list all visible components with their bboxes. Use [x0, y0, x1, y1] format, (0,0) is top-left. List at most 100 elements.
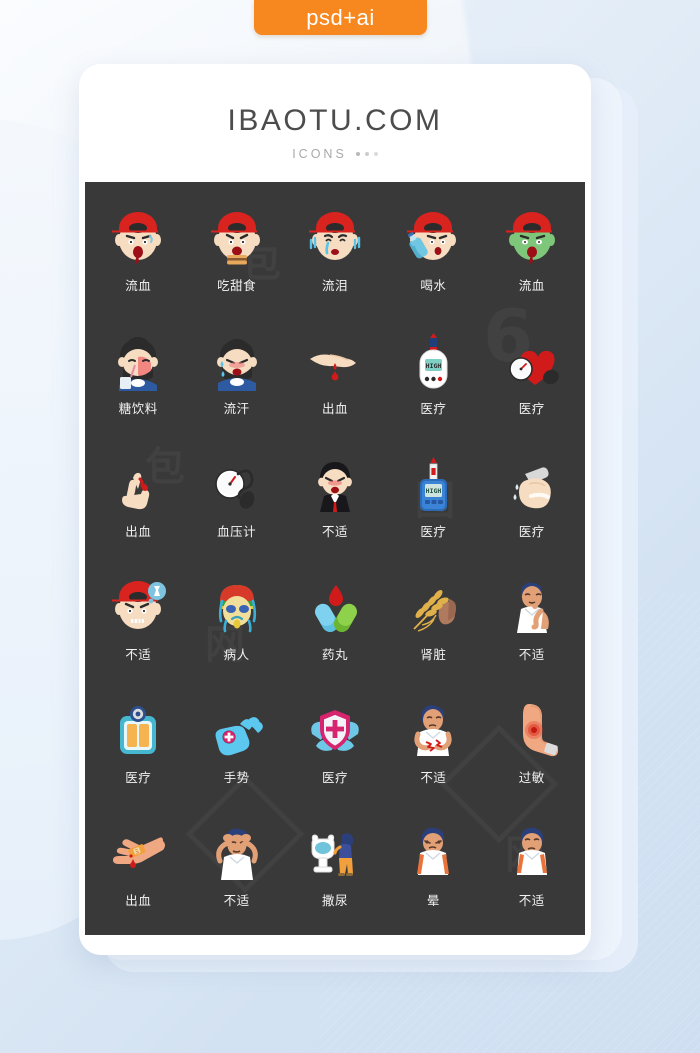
heart-gauge-icon [501, 329, 563, 391]
icon-label: 出血 [125, 893, 152, 909]
icon-label: 喝水 [420, 277, 447, 293]
icon-label: 吃甜食 [217, 277, 257, 293]
icon-label: 流血 [518, 277, 545, 293]
glucose-meter-white-icon: HIGH [402, 329, 464, 391]
icon-label: 撒尿 [321, 893, 348, 909]
icon-label: 医疗 [420, 523, 447, 539]
icon-rasta-patient[interactable]: 病人 [187, 557, 285, 680]
icon-label: 流汗 [223, 400, 250, 416]
brand-subtitle-row: ICONS [79, 147, 591, 161]
icon-medical-kit[interactable]: 医疗 [89, 681, 187, 804]
toilet-urination-icon [304, 821, 366, 883]
dizzy-standing-man-icon [402, 821, 464, 883]
icon-sweating-man[interactable]: 流汗 [187, 311, 285, 434]
icon-label: 不适 [420, 770, 447, 786]
icon-panel: 包 图 网 6 网 包 流血 吃甜食 流泪 [85, 182, 585, 935]
icon-label: 药丸 [321, 647, 348, 663]
sweating-beard-man-icon [206, 329, 268, 391]
icon-sphygmomanometer[interactable]: 血压计 [187, 434, 285, 557]
icon-label: 过敏 [518, 770, 545, 786]
glove-ok-cross-icon [206, 698, 268, 760]
preview-card: IBAOTU.COM ICONS 包 图 网 6 网 包 流血 [79, 64, 591, 955]
icon-dizzy-thought[interactable]: 不适 [89, 557, 187, 680]
dots-indicator-icon [355, 152, 378, 156]
unwell-standing-man-icon [501, 821, 563, 883]
icon-grid: 流血 吃甜食 流泪 喝水 流血 糖饮料 流汗 出血 HIGH 医疗 医疗 出血 … [85, 182, 585, 935]
icon-unwell-standing[interactable]: 不适 [483, 804, 581, 927]
psd-ai-badge: psd+ai [254, 0, 427, 35]
eating-sweets-burger-icon [206, 206, 268, 268]
icon-label: 医疗 [125, 770, 152, 786]
drinking-water-bottle-icon [402, 206, 464, 268]
sick-suit-man-icon [304, 452, 366, 514]
icon-bleeding-face[interactable]: 流血 [89, 188, 187, 311]
bleeding-face-capboy-icon [107, 206, 169, 268]
svg-text:HIGH: HIGH [426, 362, 442, 370]
icon-hand-blood-drop[interactable]: 出血 [286, 311, 384, 434]
icon-glucose-meter-blue[interactable]: HIGH 医疗 [384, 434, 482, 557]
glucose-meter-blue-icon: HIGH [402, 452, 464, 514]
icon-label: 流血 [125, 277, 152, 293]
icon-label: 手势 [223, 770, 250, 786]
icon-label: 晕 [426, 893, 440, 909]
icon-label: 医疗 [518, 400, 545, 416]
icon-throat-pain[interactable]: 不适 [483, 557, 581, 680]
icon-label: 医疗 [518, 523, 545, 539]
medical-kit-box-icon [107, 698, 169, 760]
hand-blood-drop-icon [304, 329, 366, 391]
crying-tears-face-icon [304, 206, 366, 268]
icon-label: 流泪 [321, 277, 348, 293]
finger-prick-blood-icon [107, 452, 169, 514]
brand-subtitle: ICONS [292, 147, 347, 161]
icon-heart-gauge[interactable]: 医疗 [483, 311, 581, 434]
icon-sick-suit-man[interactable]: 不适 [286, 434, 384, 557]
icon-crying-tears[interactable]: 流泪 [286, 188, 384, 311]
icon-label: 肾脏 [420, 647, 447, 663]
throat-pain-man-icon [501, 575, 563, 637]
shield-cross-care-icon [304, 698, 366, 760]
icon-label: 不适 [518, 893, 545, 909]
icon-finger-prick[interactable]: 出血 [89, 434, 187, 557]
elbow-allergy-rash-icon [501, 698, 563, 760]
icon-label: 医疗 [321, 770, 348, 786]
svg-text:HIGH: HIGH [426, 487, 442, 495]
icon-label: 不适 [125, 647, 152, 663]
icon-label: 糖饮料 [118, 400, 158, 416]
icon-label: 出血 [125, 523, 152, 539]
icon-pills-capsules[interactable]: 药丸 [286, 557, 384, 680]
icon-arm-bandage-blood[interactable]: 出血 [89, 804, 187, 927]
icon-glove-ok-gesture[interactable]: 手势 [187, 681, 285, 804]
stomach-pain-man-icon [402, 698, 464, 760]
kidney-wheat-icon [402, 575, 464, 637]
headache-hands-head-icon [206, 821, 268, 883]
icon-label: 出血 [321, 400, 348, 416]
icon-label: 不适 [223, 893, 250, 909]
icon-toilet-urination[interactable]: 撒尿 [286, 804, 384, 927]
icon-label: 病人 [223, 647, 250, 663]
icon-glucose-meter-white[interactable]: HIGH 医疗 [384, 311, 482, 434]
sphygmomanometer-icon [206, 452, 268, 514]
icon-label: 不适 [321, 523, 348, 539]
icon-fist-ice-pack[interactable]: 医疗 [483, 434, 581, 557]
icon-kidney-wheat[interactable]: 肾脏 [384, 557, 482, 680]
icon-label: 血压计 [217, 523, 257, 539]
arm-bandage-blood-icon [107, 821, 169, 883]
page-title: IBAOTU.COM [227, 104, 443, 137]
green-sick-face-icon [501, 206, 563, 268]
icon-shield-cross-care[interactable]: 医疗 [286, 681, 384, 804]
icon-sugary-drink[interactable]: 糖饮料 [89, 311, 187, 434]
pills-capsules-icon [304, 575, 366, 637]
dizzy-thought-bubble-icon [107, 575, 169, 637]
icon-label: 不适 [518, 647, 545, 663]
icon-headache[interactable]: 不适 [187, 804, 285, 927]
icon-green-sick-face[interactable]: 流血 [483, 188, 581, 311]
icon-elbow-allergy[interactable]: 过敏 [483, 681, 581, 804]
icon-eating-sweets[interactable]: 吃甜食 [187, 188, 285, 311]
icon-dizzy-standing[interactable]: 晕 [384, 804, 482, 927]
icon-stomach-pain[interactable]: 不适 [384, 681, 482, 804]
icon-label: 医疗 [420, 400, 447, 416]
rasta-patient-face-icon [206, 575, 268, 637]
icon-drinking-water[interactable]: 喝水 [384, 188, 482, 311]
fist-ice-pack-icon [501, 452, 563, 514]
sugary-drink-man-icon [107, 329, 169, 391]
